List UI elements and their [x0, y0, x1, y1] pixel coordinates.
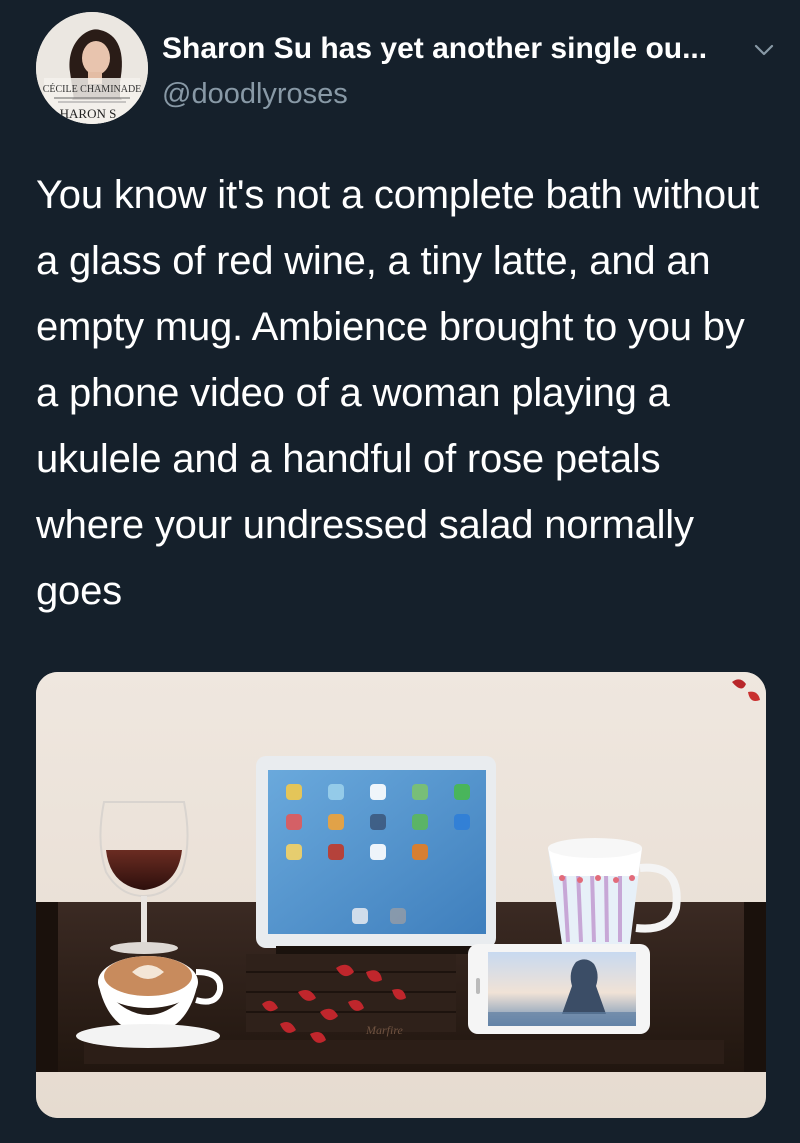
chevron-down-icon[interactable] — [752, 38, 776, 62]
tray-wordmark: Marfire — [365, 1023, 404, 1037]
handle[interactable]: @doodlyroses — [162, 78, 348, 111]
tweet-header: CÉCILE CHAMINADE HARON S Sharon Su has y… — [36, 12, 776, 124]
svg-text:HARON S: HARON S — [60, 106, 117, 121]
profile-avatar-image: CÉCILE CHAMINADE HARON S — [36, 12, 148, 124]
avatar[interactable]: CÉCILE CHAMINADE HARON S — [36, 12, 148, 124]
display-name[interactable]: Sharon Su has yet another single ou... — [162, 32, 707, 66]
bath-tray-photo: Marfire — [36, 672, 766, 1118]
tweet-photo[interactable]: Marfire — [36, 672, 766, 1118]
tweet-text: You know it's not a complete bath withou… — [36, 173, 759, 613]
svg-text:CÉCILE CHAMINADE: CÉCILE CHAMINADE — [43, 83, 142, 95]
